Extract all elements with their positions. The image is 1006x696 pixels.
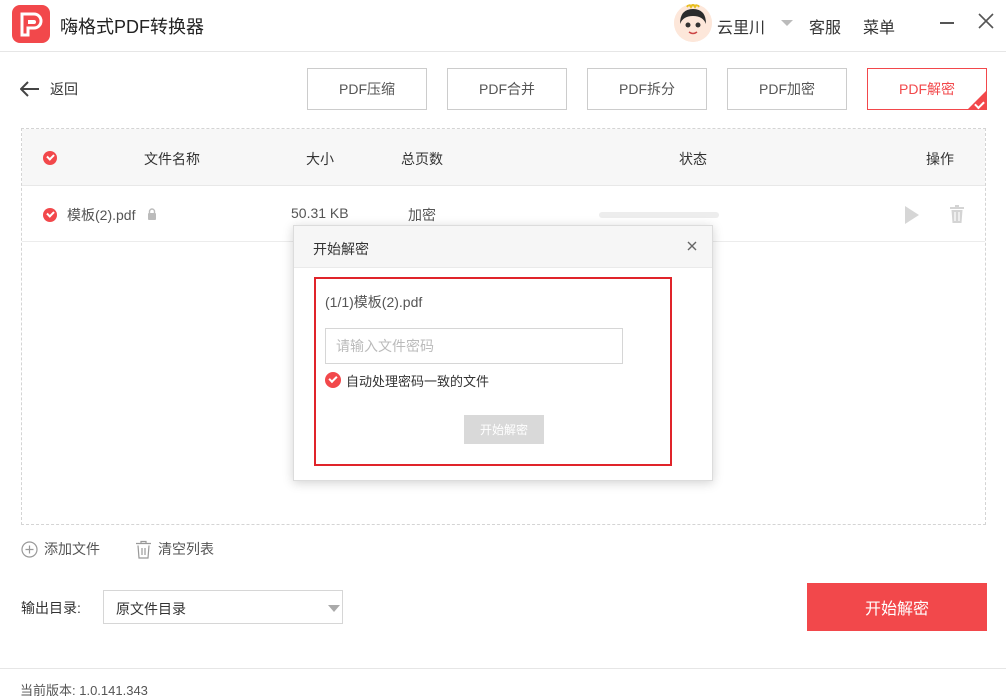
auto-process-checkbox[interactable] [325, 372, 341, 388]
output-directory-value: 原文件目录 [116, 601, 186, 617]
trash-icon[interactable] [949, 205, 965, 223]
play-icon[interactable] [905, 206, 919, 224]
chevron-down-icon [328, 605, 340, 612]
add-file-button[interactable]: 添加文件 [21, 540, 100, 558]
footer-divider [0, 668, 1006, 669]
dialog-header: 开始解密 [294, 226, 712, 268]
arrow-left-icon [20, 81, 39, 97]
row-checkbox[interactable] [43, 208, 57, 222]
decrypt-dialog: 开始解密 (1/1)模板(2).pdf 自动处理密码一致的文件 开始解密 [293, 225, 713, 481]
clear-list-label: 清空列表 [158, 541, 214, 557]
select-all-checkbox[interactable] [43, 151, 57, 165]
username[interactable]: 云里川 [717, 14, 765, 38]
output-directory-label: 输出目录: [21, 600, 81, 616]
dialog-body: (1/1)模板(2).pdf 自动处理密码一致的文件 开始解密 [314, 277, 672, 466]
column-header-size: 大小 [306, 151, 334, 167]
close-icon[interactable] [686, 240, 698, 252]
back-button[interactable]: 返回 [20, 78, 78, 100]
table-header: 文件名称 大小 总页数 状态 操作 [22, 129, 985, 186]
menu-link[interactable]: 菜单 [863, 14, 895, 38]
file-size: 50.31 KB [291, 205, 349, 221]
file-name: 模板(2).pdf [67, 207, 136, 223]
column-header-actions: 操作 [926, 151, 954, 167]
clear-list-button[interactable]: 清空列表 [135, 539, 214, 559]
column-header-name: 文件名称 [144, 151, 200, 167]
start-decrypt-button[interactable]: 开始解密 [807, 583, 987, 631]
tab-pdf-merge[interactable]: PDF合并 [447, 68, 567, 110]
app-title: 嗨格式PDF转换器 [60, 17, 204, 37]
output-directory-select[interactable]: 原文件目录 [103, 590, 343, 624]
dialog-start-decrypt-button[interactable]: 开始解密 [464, 415, 544, 444]
tab-pdf-compress[interactable]: PDF压缩 [307, 68, 427, 110]
title-bar: 嗨格式PDF转换器 云里川 客服 菜单 [0, 0, 1006, 52]
tab-pdf-decrypt[interactable]: PDF解密 [867, 68, 987, 110]
minimize-icon[interactable] [940, 22, 954, 24]
tab-pdf-decrypt-label: PDF解密 [899, 81, 955, 97]
dialog-file-label: (1/1)模板(2).pdf [325, 294, 423, 310]
tab-pdf-split[interactable]: PDF拆分 [587, 68, 707, 110]
chevron-down-icon[interactable] [781, 20, 793, 26]
trash-outline-icon [136, 540, 151, 559]
app-logo-icon [12, 5, 50, 43]
add-file-label: 添加文件 [44, 541, 100, 557]
close-icon[interactable] [977, 12, 995, 30]
plus-circle-icon [21, 540, 38, 558]
tab-pdf-encrypt[interactable]: PDF加密 [727, 68, 847, 110]
status-progress-bar [599, 212, 719, 218]
auto-process-option[interactable]: 自动处理密码一致的文件 [325, 372, 490, 389]
password-input[interactable] [325, 328, 623, 364]
auto-process-label: 自动处理密码一致的文件 [346, 373, 490, 389]
service-link[interactable]: 客服 [809, 14, 841, 38]
back-label: 返回 [50, 81, 78, 97]
column-header-status: 状态 [679, 151, 707, 167]
lock-icon [148, 208, 156, 220]
version-label: 当前版本: 1.0.141.343 [20, 683, 148, 696]
file-pages: 加密 [408, 207, 436, 223]
column-header-pages: 总页数 [401, 151, 443, 167]
user-avatar[interactable] [674, 4, 712, 42]
dialog-title: 开始解密 [313, 241, 369, 257]
